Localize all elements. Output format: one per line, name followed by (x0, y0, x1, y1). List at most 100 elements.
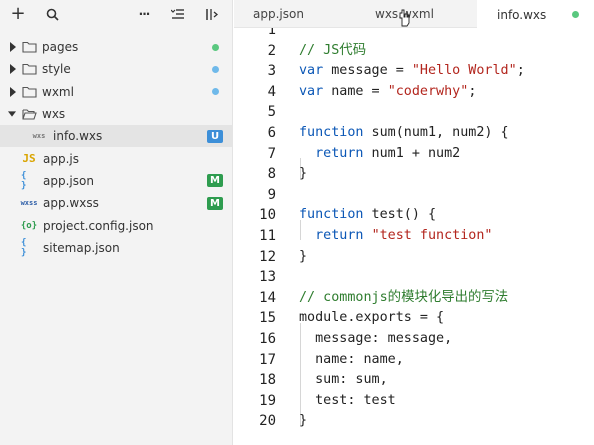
wxs-file-icon: wxs (32, 132, 46, 141)
code-text: function test() { (299, 205, 436, 226)
code-keyword: return (315, 228, 364, 243)
line-number: 7 (267, 145, 276, 162)
tree-item-info-wxs[interactable]: wxs info.wxs U (0, 125, 233, 148)
add-icon[interactable]: + (8, 4, 28, 24)
code-token: } (299, 248, 308, 264)
code-token: } (299, 166, 308, 182)
line-number: 17 (259, 351, 276, 368)
code-text: } (299, 247, 307, 268)
code-line: 7 return num1 + num2 (234, 144, 594, 165)
chevron-right-icon[interactable] (8, 86, 16, 97)
code-line: 8} (234, 164, 594, 185)
code-text: return "test function" (299, 226, 493, 247)
code-line: 6 function sum(num1, num2) { (234, 123, 594, 144)
code-line: 11 return "test function" (234, 226, 594, 247)
line-number: 4 (267, 83, 276, 100)
tab-app-json[interactable]: app.json (234, 0, 355, 28)
panel-toggle-icon[interactable] (202, 4, 222, 24)
code-line: 13 (234, 267, 594, 288)
file-explorer: + ··· pages style wxml wxs wxs info.wxs U JS app… (0, 0, 233, 445)
line-number: 9 (267, 186, 276, 203)
code-token: module.exports = { (299, 310, 445, 326)
folder-icon (21, 40, 37, 54)
code-token: message = (323, 63, 412, 79)
code-text: test: test (299, 391, 396, 412)
tree-item-style[interactable]: style (0, 58, 233, 80)
tree-item-label: sitemap.json (43, 240, 120, 255)
explorer-toolbar: + ··· (0, 0, 233, 28)
line-number: 15 (259, 310, 276, 327)
code-token: name = (323, 83, 388, 99)
chevron-down-icon[interactable] (8, 109, 16, 119)
tree-item-wxs[interactable]: wxs (0, 103, 233, 125)
js-file-icon: JS (22, 152, 36, 166)
collapse-all-icon[interactable] (168, 4, 188, 24)
tree-item-sitemap-json[interactable]: { } sitemap.json (0, 237, 233, 259)
code-line: 14 // commonjs的模块化导出的写法 (234, 288, 594, 309)
code-string: "coderwhy" (387, 83, 469, 99)
line-number: 20 (259, 413, 276, 430)
code-keyword: function (299, 125, 364, 140)
code-string: "test function" (371, 228, 493, 243)
code-token: name: name, (299, 351, 404, 367)
more-icon[interactable]: ··· (134, 4, 154, 24)
tree-item-label: wxml (42, 84, 74, 99)
tab-wxs-wxml[interactable]: wxs.wxml (355, 0, 477, 28)
tree-item-app-js[interactable]: JS app.js (0, 147, 233, 169)
code-keyword: var (299, 63, 324, 79)
line-number: 6 (267, 125, 276, 141)
code-line: 19 test: test (234, 391, 594, 412)
code-editor[interactable]: 1 2// JS代码 3 var message = "Hello World"; 4 v… (234, 28, 594, 445)
code-keyword: function (299, 207, 364, 223)
tree-item-label: pages (42, 40, 79, 55)
line-number: 1 (267, 28, 276, 38)
code-keyword: var (299, 83, 324, 99)
chevron-right-icon[interactable] (8, 42, 16, 53)
tree-item-label: wxs (42, 107, 66, 122)
status-dot (212, 65, 219, 73)
tree-item-project-config-json[interactable]: {o} project.config.json (0, 214, 233, 236)
search-icon[interactable] (42, 4, 62, 24)
code-string: "Hello World" (411, 63, 517, 79)
code-text: sum: sum, (299, 370, 388, 391)
line-number: 16 (259, 331, 276, 347)
tree-item-label: project.config.json (43, 218, 154, 233)
chevron-right-icon[interactable] (8, 64, 16, 75)
code-line: 3 var message = "Hello World"; (234, 61, 594, 82)
wxss-file-icon: wxss (20, 199, 38, 208)
line-number: 3 (267, 63, 276, 80)
code-line: 17 name: name, (234, 350, 594, 371)
line-number: 19 (259, 392, 276, 409)
code-text: } (299, 164, 307, 185)
code-text: name: name, (299, 350, 404, 371)
code-line: 1 (234, 28, 594, 41)
tree-item-label: app.wxss (43, 196, 99, 211)
tab-info-wxs[interactable]: info.wxs (477, 0, 594, 29)
code-token: message: message, (299, 331, 453, 346)
code-line: 2 // JS代码 (234, 41, 594, 62)
line-number: 14 (259, 289, 276, 306)
file-tree: pages style wxml wxs wxs info.wxs U JS app.js { }… (0, 36, 233, 259)
code-token: ; (468, 83, 477, 99)
code-text: message: message, (299, 329, 452, 350)
folder-open-icon (21, 107, 37, 121)
tree-item-label: info.wxs (53, 129, 103, 144)
tree-item-pages[interactable]: pages (0, 36, 233, 58)
code-comment: // JS代码 (299, 42, 367, 58)
ide-window: + ··· pages style wxml wxs wxs info.wxs U JS app… (0, 0, 594, 445)
tree-item-wxml[interactable]: wxml (0, 81, 233, 103)
tab-label: app.json (253, 7, 304, 21)
tree-item-app-json[interactable]: { } app.json M (0, 170, 233, 192)
json-file-icon: { } (21, 237, 27, 258)
code-token: sum(num1, num2) { (363, 125, 509, 140)
git-status-badge: M (207, 174, 223, 188)
folder-icon (21, 85, 37, 99)
status-dot (212, 43, 219, 51)
tree-item-app-wxss[interactable]: wxss app.wxss M (0, 192, 233, 214)
code-text: var message = "Hello World"; (299, 61, 525, 82)
code-line: 18 sum: sum, (234, 370, 594, 391)
code-text: } (299, 411, 307, 432)
code-text: var name = "coderwhy"; (299, 82, 476, 103)
